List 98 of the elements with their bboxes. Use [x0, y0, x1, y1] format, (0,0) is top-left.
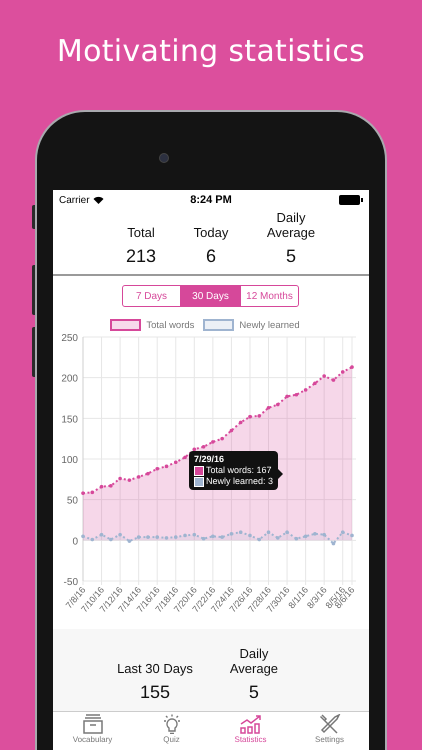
y-tick-label: -50 [64, 577, 78, 588]
point [118, 532, 122, 536]
point [155, 535, 160, 539]
stat-label: Total [127, 225, 155, 240]
tab-item[interactable]: Vocabulary [53, 712, 132, 750]
point [81, 534, 85, 538]
point [248, 414, 252, 419]
battery-icon [339, 195, 363, 205]
point [220, 535, 224, 539]
point [340, 370, 345, 374]
point [257, 538, 262, 542]
point [230, 428, 234, 432]
point [304, 388, 308, 392]
point [164, 464, 168, 468]
stat-label: Today [194, 225, 228, 240]
point [155, 466, 160, 471]
point [313, 532, 317, 536]
point [211, 440, 215, 444]
legend-label: Newly learned [239, 320, 300, 330]
point [332, 542, 336, 546]
tab-item[interactable]: Quiz [132, 712, 211, 750]
drawer-icon [80, 714, 104, 734]
point [332, 378, 336, 382]
tooltip-text: Total words: 167 [206, 465, 272, 476]
range-tab[interactable]: 7 Days [122, 285, 181, 307]
point [100, 484, 104, 488]
point [100, 532, 104, 536]
point [322, 532, 326, 536]
point [109, 484, 113, 488]
point [276, 402, 280, 406]
point [146, 535, 150, 539]
point [202, 445, 206, 449]
stat-value: 5 [286, 246, 296, 267]
point [109, 538, 113, 542]
point [81, 491, 85, 495]
stat-value: 6 [206, 246, 216, 267]
point [294, 536, 298, 541]
y-tick-label: 200 [61, 374, 78, 385]
statistics-icon [238, 714, 262, 734]
point [238, 530, 242, 534]
tooltip-title: 7/29/16 [194, 454, 226, 465]
point [340, 530, 345, 534]
stat-label: Last 30 Days [117, 661, 193, 676]
wifi-icon [92, 196, 104, 204]
point [294, 392, 298, 397]
stat-value: 5 [248, 682, 259, 703]
point [128, 478, 132, 482]
stat-label: Daily Average [266, 210, 316, 240]
tab-item[interactable]: Statistics [211, 712, 290, 750]
status-time: 8:24 PM [190, 194, 232, 206]
range-tab[interactable]: 30 Days [181, 285, 240, 307]
tab-item[interactable]: Settings [290, 712, 369, 750]
point [350, 534, 354, 538]
y-tick-label: 250 [61, 333, 78, 344]
y-tick-label: 100 [61, 455, 78, 466]
point [136, 535, 140, 539]
point [257, 414, 262, 418]
point [266, 406, 270, 410]
point [285, 394, 289, 398]
point [211, 534, 215, 538]
point [90, 538, 94, 542]
y-tick-label: 50 [66, 496, 78, 507]
point [220, 436, 224, 440]
point [128, 539, 132, 543]
point [136, 475, 140, 479]
point [192, 532, 196, 536]
point [248, 534, 252, 538]
point [304, 534, 308, 538]
point [285, 530, 289, 534]
point [183, 456, 187, 460]
point [174, 460, 178, 464]
point [238, 420, 242, 424]
y-tick-label: 0 [72, 536, 78, 548]
tooltip-text: Newly learned: 3 [206, 476, 274, 487]
point [183, 534, 187, 538]
point [164, 536, 168, 540]
point [230, 532, 234, 536]
point [266, 530, 270, 534]
point [146, 472, 150, 476]
range-tab[interactable]: 12 Months [240, 285, 299, 307]
point [118, 476, 122, 480]
point [276, 536, 280, 540]
stat-value: 213 [126, 246, 156, 267]
headline: Motivating statistics [56, 33, 366, 71]
stat-label: Daily Average [228, 646, 280, 676]
point [350, 365, 354, 369]
point [192, 447, 196, 452]
carrier-name: Carrier [59, 194, 90, 206]
legend-label: Total words [146, 320, 194, 330]
point [174, 535, 178, 539]
camera-lens [159, 153, 169, 163]
wrench-screwdriver-icon [318, 714, 340, 734]
point [202, 536, 206, 541]
point [90, 490, 94, 494]
point [313, 382, 317, 386]
y-tick-label: 150 [61, 414, 78, 426]
stat-value: 155 [140, 682, 170, 703]
point [322, 374, 326, 378]
